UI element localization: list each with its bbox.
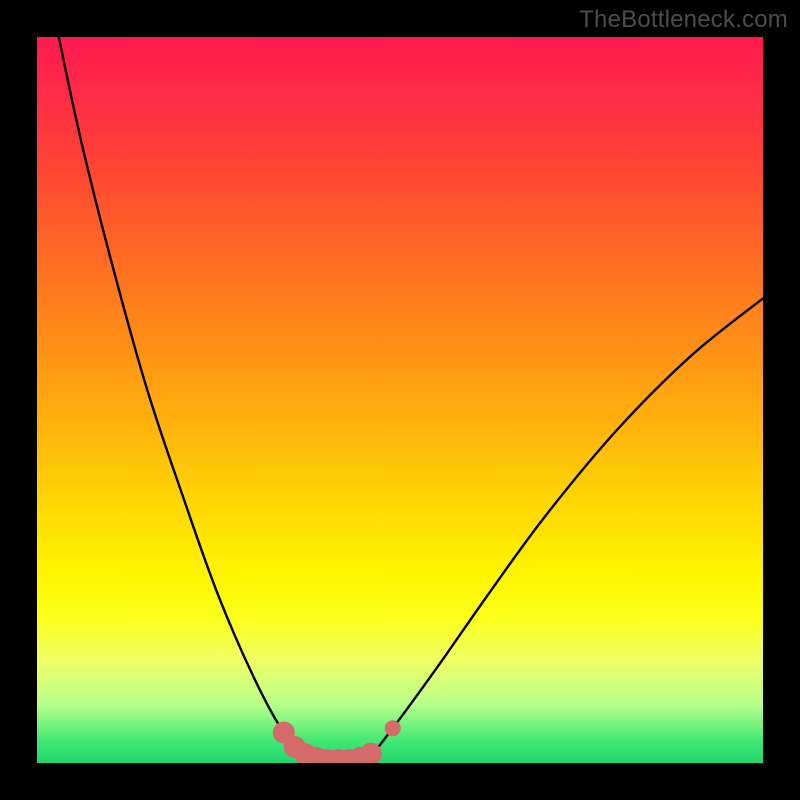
watermark-text: TheBottleneck.com xyxy=(579,6,788,34)
chart-svg xyxy=(37,37,763,763)
highlight-dot xyxy=(385,720,401,736)
curve-line xyxy=(59,37,763,761)
plot-area xyxy=(37,37,763,763)
bottleneck-curve xyxy=(59,37,763,761)
chart-frame: TheBottleneck.com xyxy=(0,0,800,800)
